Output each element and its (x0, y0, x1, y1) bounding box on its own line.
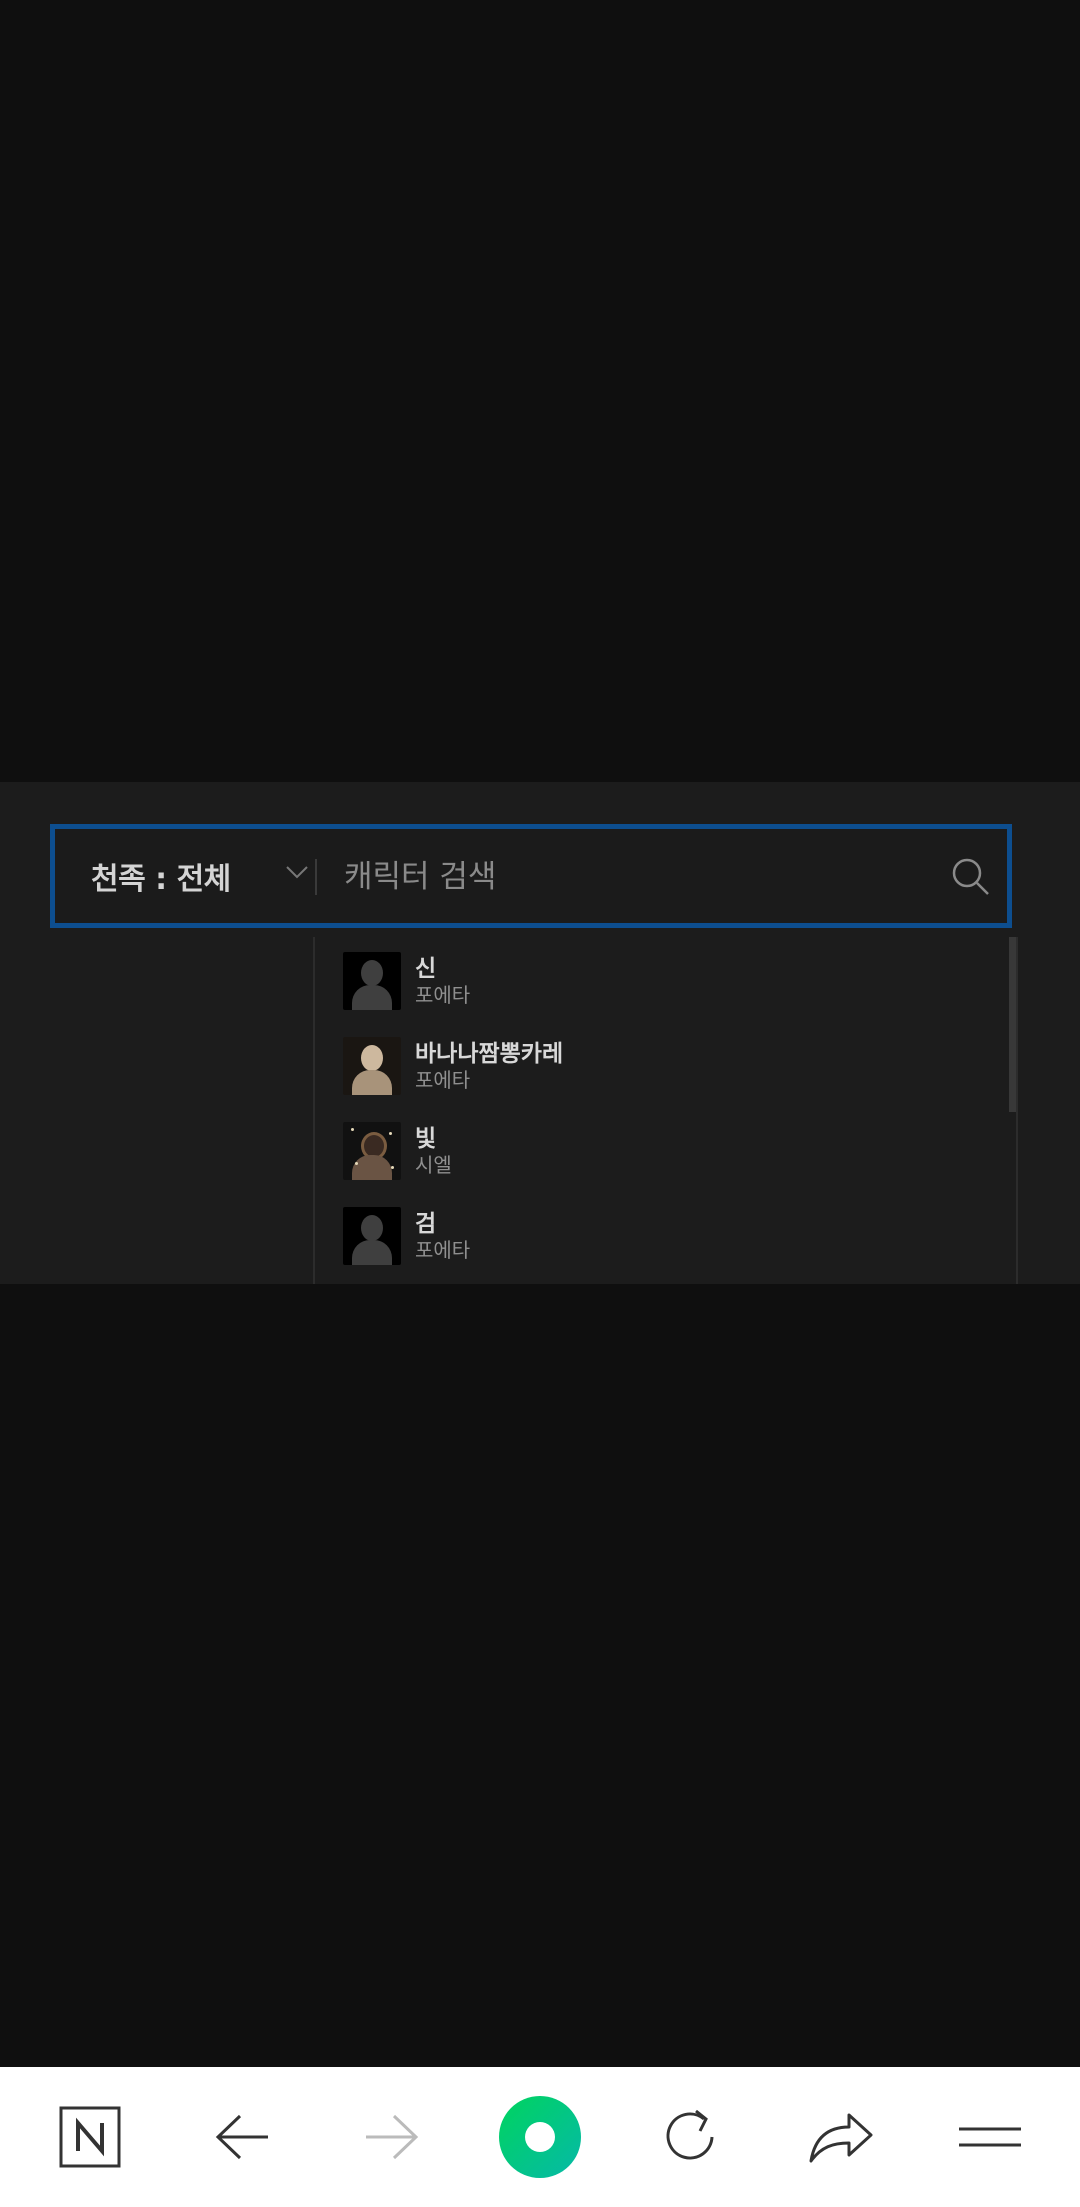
list-item[interactable]: 바나나짬뽕카레 포에타 (343, 1036, 563, 1096)
race-filter-label: 천족 : 전체 (91, 862, 231, 897)
silhouette-avatar (343, 1207, 401, 1265)
character-name: 바나나짬뽕카레 (415, 1041, 564, 1067)
scrollbar[interactable] (1009, 937, 1016, 1112)
character-search-input[interactable] (342, 849, 906, 905)
list-item[interactable]: 신 포에타 (343, 951, 470, 1011)
search-icon[interactable] (951, 857, 991, 897)
character-name: 검 (415, 1211, 437, 1237)
server-name: 시엘 (415, 1153, 452, 1177)
list-item[interactable]: 검 포에타 (343, 1206, 470, 1266)
character-art-avatar (343, 1122, 401, 1180)
search-bar: 천족 : 전체 (50, 824, 1012, 928)
menu-icon[interactable] (948, 2095, 1032, 2179)
share-icon[interactable] (798, 2095, 882, 2179)
naver-home-icon[interactable] (48, 2095, 132, 2179)
server-name: 포에타 (415, 983, 471, 1007)
server-name: 포에타 (415, 1068, 471, 1092)
reload-icon[interactable] (648, 2095, 732, 2179)
character-name: 빛 (415, 1126, 437, 1152)
green-dot-icon[interactable] (498, 2095, 582, 2179)
divider (315, 859, 317, 895)
silhouette-avatar (343, 952, 401, 1010)
race-filter-dropdown[interactable]: 천족 : 전체 (91, 829, 231, 923)
forward-icon[interactable] (350, 2095, 434, 2179)
browser-nav-bar (0, 2067, 1080, 2207)
sculpture-avatar (343, 1037, 401, 1095)
back-icon[interactable] (200, 2095, 284, 2179)
search-panel: 천족 : 전체 신 포에타 바나나짬뽕카레 포에타 (0, 782, 1080, 1284)
character-name: 신 (415, 956, 437, 982)
list-item[interactable]: 빛 시엘 (343, 1121, 452, 1181)
server-name: 포에타 (415, 1238, 471, 1262)
search-results-dropdown: 신 포에타 바나나짬뽕카레 포에타 빛 시엘 검 포에타 (313, 937, 1018, 1284)
chevron-down-icon[interactable] (285, 865, 309, 879)
